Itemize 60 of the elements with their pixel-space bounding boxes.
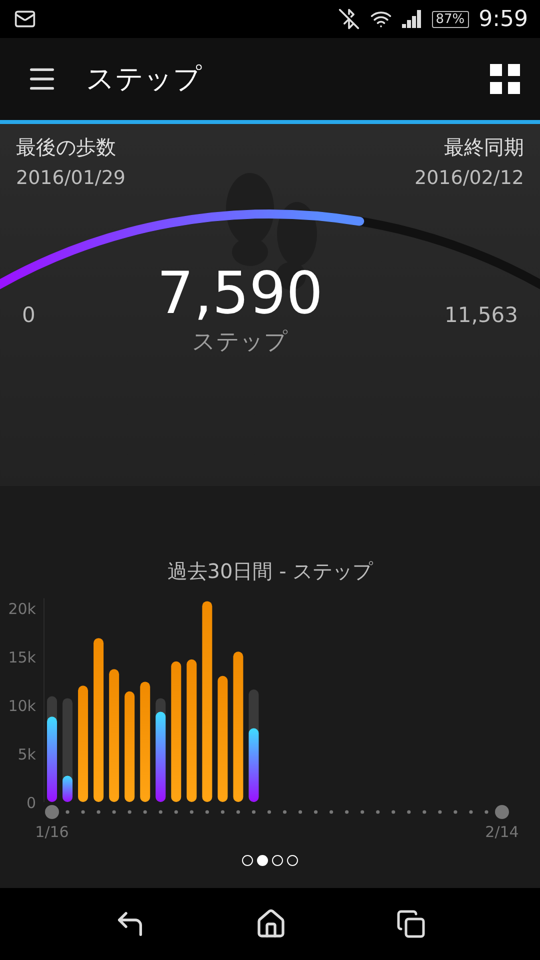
page-dot[interactable]	[242, 855, 253, 866]
axis-label: 1/16	[35, 823, 69, 841]
grid-icon[interactable]	[490, 64, 520, 94]
axis-dot	[220, 810, 224, 814]
battery-indicator: 87%	[432, 10, 469, 28]
gauge-max: 11,563	[444, 303, 518, 328]
page-dot[interactable]	[272, 855, 283, 866]
axis-dot	[236, 810, 240, 814]
axis-dot	[112, 810, 116, 814]
axis-dot	[298, 810, 302, 814]
axis-dot	[314, 810, 318, 814]
axis-dot	[392, 810, 396, 814]
axis-label: 0	[26, 794, 36, 812]
axis-dot	[267, 810, 272, 814]
axis-dot	[252, 810, 256, 814]
axis-label: 20k	[8, 600, 36, 618]
recent-apps-icon[interactable]	[396, 909, 426, 939]
signal-icon	[402, 10, 422, 28]
page-dot[interactable]	[257, 855, 268, 866]
axis-label: 2/14	[485, 823, 519, 841]
axis-dot	[484, 810, 488, 814]
axis-dot	[422, 810, 426, 814]
axis-dot	[66, 810, 70, 814]
range-handle[interactable]	[45, 805, 59, 819]
axis-dot	[376, 810, 380, 814]
axis-dot	[438, 810, 442, 814]
last-sync-date: 2016/02/12	[414, 167, 524, 189]
axis-dot	[158, 810, 162, 814]
mail-icon	[14, 8, 36, 30]
axis-dot	[330, 810, 334, 814]
clock: 9:59	[478, 6, 528, 32]
last-sync-label: 最終同期	[444, 134, 524, 161]
axis-dot	[454, 810, 458, 814]
step-bar	[62, 776, 73, 802]
screen-title: ステップ	[86, 61, 202, 97]
home-icon[interactable]	[254, 908, 287, 940]
last-steps-label: 最後の歩数	[16, 134, 116, 161]
axis-dot	[81, 810, 85, 814]
axis-dot	[360, 810, 364, 814]
axis-dot	[407, 810, 411, 814]
axis-dot	[128, 810, 132, 814]
axis-dot	[190, 810, 194, 814]
chart-title: 過去30日間 - ステップ	[167, 558, 373, 585]
step-count: 7,590	[156, 262, 323, 326]
page-dot[interactable]	[287, 855, 298, 866]
last-steps-date: 2016/01/29	[16, 167, 126, 189]
step-unit: ステップ	[192, 328, 288, 357]
axis-dot	[469, 810, 473, 814]
axis-dot	[345, 810, 349, 814]
axis-dot	[205, 810, 209, 814]
bluetooth-off-icon	[338, 8, 360, 30]
axis-label: 5k	[18, 746, 36, 764]
gauge-min: 0	[22, 303, 36, 328]
axis-dot	[143, 810, 147, 814]
range-handle[interactable]	[495, 805, 509, 819]
axis-dot	[174, 810, 178, 814]
axis-dot	[282, 810, 287, 814]
axis-label: 10k	[8, 697, 36, 715]
axis-label: 15k	[8, 648, 36, 666]
axis-dot	[96, 810, 100, 814]
